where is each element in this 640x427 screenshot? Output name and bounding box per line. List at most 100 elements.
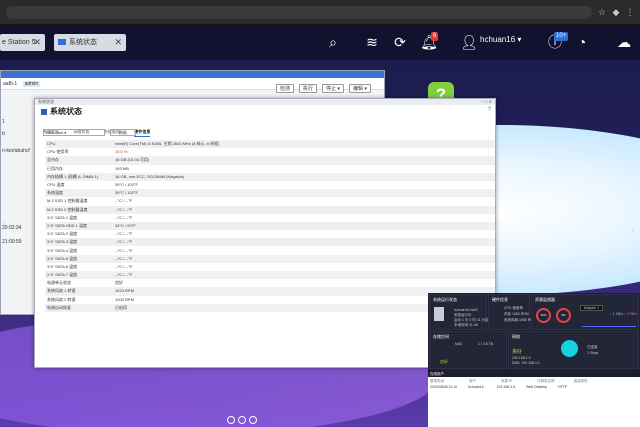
panel-title: 网络 bbox=[512, 334, 520, 339]
dock-dot-icon[interactable] bbox=[238, 416, 246, 424]
hw-line: 内存 1050 RPM bbox=[504, 312, 529, 316]
taskbar-tab-active[interactable]: 系统状态 ✕ bbox=[54, 34, 126, 51]
table-row: 3.5" SATA 6 温度 --°C / --°F bbox=[45, 263, 495, 271]
row-value: --°C / --°F bbox=[113, 271, 495, 280]
adapter-select[interactable]: Adapter 1 bbox=[580, 305, 604, 311]
desktop-clock: 21:46 bbox=[578, 392, 639, 416]
menu-kebab-icon[interactable]: ⋮ bbox=[624, 6, 636, 18]
gauge-icon[interactable]: ◔ bbox=[572, 32, 592, 52]
desktop-date: 2023/05/06 bbox=[585, 414, 606, 419]
download-rate: ↓ 0 KB/s bbox=[624, 312, 638, 316]
online-users-headers: 登录时间 用户 来源 IP 计算机名称 连接类型 bbox=[430, 379, 588, 384]
table-row: 2.5" SATA HDD 1 温度 34°C / 93°F bbox=[45, 221, 495, 231]
page-title-text: 系统状态 bbox=[50, 107, 82, 116]
row-label: 已用内存 bbox=[47, 165, 63, 171]
cell: Web Desktop bbox=[526, 385, 548, 389]
col-header: 登录时间 bbox=[430, 379, 444, 383]
device-name: hchuan16-NAS bbox=[454, 308, 478, 312]
table-row: CPU Intel(R) Core(TM) i3 N305, 主频 2600 MH… bbox=[45, 140, 495, 149]
table-row: M.2 SSD 2 控制器温度 --°C / --°F bbox=[45, 205, 495, 214]
row-value: 193 MB bbox=[115, 165, 129, 171]
row-label: CPU bbox=[45, 140, 113, 149]
host-select[interactable]: NAS-host ▾ bbox=[43, 129, 105, 136]
browser-toolbar: ☆ ◆ ⋮ bbox=[0, 0, 640, 25]
cell: HTTP bbox=[558, 385, 568, 389]
system-status-window[interactable]: 系统状态 ─ □ ✕ 系统状态 ? 系统信息 网络状态 系统服务 硬件信息 NA… bbox=[34, 98, 496, 368]
stop-button[interactable]: 停止 ▾ bbox=[322, 84, 344, 93]
table-row: 总内存 16 GB (15.03 可用) bbox=[45, 156, 495, 165]
stack-icon[interactable]: ≋ bbox=[362, 32, 382, 52]
network-side: 1 Gbps bbox=[587, 351, 599, 355]
table-row: 3.5" SATA 5 温度 --°C / --°F bbox=[45, 254, 495, 263]
side-text: 21:00:59 bbox=[2, 239, 22, 245]
network-line: 192.168.1.X bbox=[512, 356, 531, 360]
row-value: --°C / --°F bbox=[115, 198, 133, 204]
sync-icon[interactable]: ⟳ bbox=[390, 32, 410, 52]
row-label: 3.5" SATA 5 温度 bbox=[45, 254, 113, 263]
table-row[interactable]: 2023/05/06 21:10 hchuan16 192.168.1.5 We… bbox=[430, 385, 567, 389]
next-page-icon[interactable]: › bbox=[631, 224, 634, 234]
run-button[interactable]: 执行 bbox=[299, 84, 317, 93]
table-row: CPU 温度 39°C / 102°F bbox=[45, 181, 495, 189]
network-side: 已连接 bbox=[587, 345, 598, 349]
row-label: 总内存 bbox=[45, 156, 113, 165]
row-label: 系统温度 bbox=[45, 189, 113, 198]
dock-dot-icon[interactable] bbox=[227, 416, 235, 424]
prev-page-icon[interactable]: ‹ bbox=[3, 218, 6, 228]
close-icon[interactable]: ✕ bbox=[33, 34, 41, 51]
bottom-dock bbox=[227, 411, 263, 424]
row-value: --°C / --°F bbox=[115, 247, 133, 253]
col-header: 来源 IP bbox=[500, 379, 513, 383]
row-value: --°C / --°F bbox=[115, 231, 133, 237]
row-label: 电源单元状态 bbox=[47, 280, 71, 286]
row-label: 3.5" SATA 1 温度 bbox=[47, 214, 78, 220]
extension-icon[interactable]: ◆ bbox=[610, 6, 622, 18]
help-icon[interactable]: ? bbox=[488, 107, 491, 113]
row-label: M.2 SSD 1 控制器温度 bbox=[47, 198, 88, 204]
cloud-icon[interactable]: ☁ bbox=[614, 32, 634, 52]
row-value: --°C / --°F bbox=[113, 205, 495, 214]
hw-line: CPU 使用率 bbox=[504, 306, 523, 310]
close-icon[interactable]: ✕ bbox=[114, 34, 122, 51]
table-row: 2.5" SATA 7 温度 --°C / --°F bbox=[45, 271, 495, 280]
row-value: --°C / --°F bbox=[115, 263, 133, 269]
check-button[interactable]: 检测 bbox=[276, 84, 294, 93]
cell: 2023/05/06 21:10 bbox=[430, 385, 458, 389]
row-label: 3.5" SATA 6 温度 bbox=[47, 263, 78, 269]
user-icon[interactable]: 👤︎ bbox=[459, 32, 479, 52]
memory-gauge: 3% bbox=[556, 308, 571, 323]
edit-button[interactable]: 编辑 ▾ bbox=[349, 84, 371, 93]
taskbar-tab[interactable]: e Station 5 ✕ bbox=[0, 34, 45, 51]
notification-badge: 6 bbox=[431, 32, 439, 41]
volume-size: 1 / 3.5 TB bbox=[478, 342, 494, 346]
panel-title: 硬件信息 bbox=[492, 297, 508, 302]
storage-status: 良好 bbox=[440, 359, 448, 364]
hardware-panel: 硬件信息 CPU 使用率 内存 1050 RPM 系统风扇 1056 RPM bbox=[488, 294, 536, 330]
page-title: 系统状态 bbox=[41, 106, 82, 117]
monitor-icon bbox=[41, 108, 47, 115]
row-label: CPU 使用率 bbox=[47, 149, 69, 155]
row-value: --°C / --°F bbox=[113, 238, 495, 247]
row-label: 电源自动恢复 bbox=[45, 303, 113, 312]
row-label: 系统风扇 1 转速 bbox=[45, 287, 113, 296]
table-row: 已用内存 193 MB bbox=[45, 165, 495, 173]
side-text: 1 bbox=[2, 119, 5, 125]
taskbar: e Station 5 ✕ 系统状态 ✕ ⌕ ≋ ⟳ 🔔︎ 6 👤︎ ⓘ 10+… bbox=[0, 25, 640, 60]
username-menu[interactable]: hchuan16 ▾ bbox=[480, 35, 521, 44]
row-label: 3.5" SATA 3 温度 bbox=[45, 238, 113, 247]
window-controls[interactable]: ─ □ ✕ bbox=[481, 99, 492, 105]
table-row: 3.5" SATA 3 温度 --°C / --°F bbox=[45, 238, 495, 247]
table-row: 3.5" SATA 4 温度 --°C / --°F bbox=[45, 246, 495, 254]
row-value: Intel(R) Core(TM) i3 N305, 主频 2600 MHz (… bbox=[113, 140, 495, 149]
panel-title: 存储空间 bbox=[433, 334, 449, 339]
search-icon[interactable]: ⌕ bbox=[323, 32, 343, 52]
table-row: 系统温度 39°C / 102°F bbox=[45, 189, 495, 198]
star-icon[interactable]: ☆ bbox=[596, 6, 608, 18]
tab-hardware-info[interactable]: 硬件信息 bbox=[134, 129, 151, 137]
address-bar[interactable] bbox=[6, 6, 592, 19]
table-row: 电源单元状态 良好 bbox=[45, 279, 495, 287]
dock-dot-icon[interactable] bbox=[249, 416, 257, 424]
row-value: --°C / --°F bbox=[115, 214, 133, 220]
refresh-button[interactable]: 刷新 bbox=[110, 129, 136, 136]
monitor-icon bbox=[58, 39, 66, 45]
